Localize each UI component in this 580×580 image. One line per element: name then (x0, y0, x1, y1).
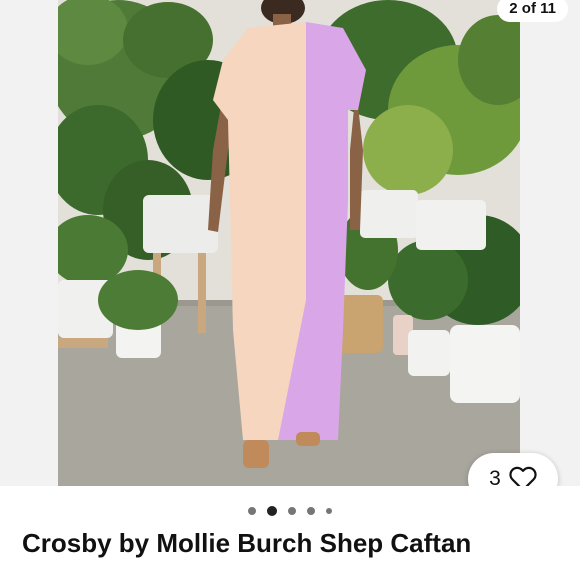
listing-title: Crosby by Mollie Burch Shep Caftan (22, 528, 472, 558)
pager-dot-1[interactable] (248, 507, 256, 515)
product-photo-illustration (58, 0, 520, 486)
gallery-pager[interactable] (0, 504, 580, 518)
product-photo[interactable] (58, 0, 520, 486)
watch-button[interactable]: 3 (468, 453, 558, 486)
pager-dot-3[interactable] (288, 507, 296, 515)
watch-count: 3 (489, 467, 501, 486)
heart-icon (509, 466, 537, 486)
image-gallery[interactable]: 2 of 11 3 (0, 0, 580, 486)
pager-dot-5[interactable] (326, 508, 332, 514)
pager-dot-4[interactable] (307, 507, 315, 515)
pager-dot-2-active[interactable] (267, 506, 277, 516)
image-counter-badge: 2 of 11 (497, 0, 568, 22)
